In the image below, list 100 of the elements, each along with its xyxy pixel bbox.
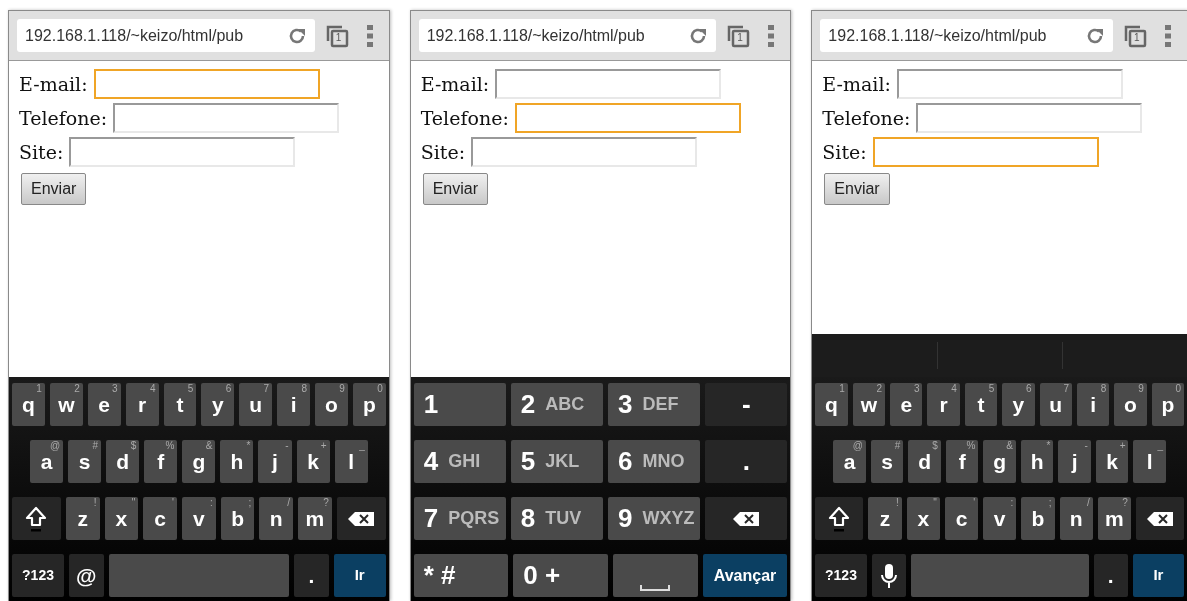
symbols-key[interactable]: ?123 <box>815 554 867 597</box>
keyboard-key[interactable]: i 8 <box>277 383 310 426</box>
voice-input-key[interactable] <box>871 554 906 597</box>
keyboard-key[interactable]: f % <box>945 440 979 483</box>
keyboard-key[interactable]: o 9 <box>1114 383 1147 426</box>
go-key[interactable]: Avançar <box>702 554 788 597</box>
submit-button[interactable]: Enviar <box>21 173 87 205</box>
keyboard-key[interactable]: u 7 <box>239 383 273 426</box>
keyboard-key[interactable]: s # <box>68 440 102 483</box>
keyboard-key[interactable]: @ <box>69 554 104 597</box>
keyboard-key[interactable]: o 9 <box>315 383 348 426</box>
tabs-button[interactable]: 1 <box>324 23 349 48</box>
keyboard-key[interactable]: c ' <box>944 497 979 540</box>
keyboard-key[interactable]: u 7 <box>1039 383 1072 426</box>
keyboard-key[interactable]: 4 GHI <box>413 440 506 483</box>
keyboard-key[interactable]: v : <box>983 497 1017 540</box>
keyboard-key[interactable]: z ! <box>65 497 100 540</box>
backspace-key[interactable] <box>1135 497 1185 540</box>
symbols-key[interactable]: ?123 <box>12 554 64 597</box>
keyboard-key[interactable]: i 8 <box>1076 383 1110 426</box>
submit-button[interactable]: Enviar <box>422 173 489 205</box>
input-field[interactable] <box>896 69 1123 99</box>
keyboard-key[interactable]: q 1 <box>12 383 45 426</box>
keyboard-key[interactable]: z ! <box>868 497 902 540</box>
input-field[interactable] <box>113 103 340 133</box>
keyboard-key[interactable]: p 0 <box>352 383 386 426</box>
space-key[interactable] <box>613 554 698 597</box>
keyboard-key[interactable]: h * <box>1020 440 1054 483</box>
backspace-key[interactable] <box>705 497 788 540</box>
keyboard-key[interactable]: r 4 <box>927 383 960 426</box>
keyboard-key[interactable]: r 4 <box>125 383 159 426</box>
input-field[interactable] <box>514 103 741 133</box>
keyboard-key[interactable]: d $ <box>908 440 941 483</box>
keyboard-key[interactable]: j - <box>258 440 292 483</box>
keyboard-key[interactable]: y 6 <box>1002 383 1035 426</box>
keyboard-key[interactable]: k + <box>296 440 330 483</box>
input-field[interactable] <box>872 137 1099 167</box>
keyboard-key[interactable]: x " <box>906 497 940 540</box>
keyboard-key[interactable]: l _ <box>1133 440 1166 483</box>
keyboard-key[interactable]: 7 PQRS <box>413 497 506 540</box>
keyboard-key[interactable]: c ' <box>143 497 177 540</box>
submit-button[interactable]: Enviar <box>824 173 890 205</box>
go-key[interactable]: Ir <box>1132 554 1185 597</box>
address-bar[interactable]: 192.168.1.118/~keizo/html/pub <box>418 19 717 52</box>
keyboard-key[interactable]: j - <box>1058 440 1091 483</box>
keyboard-key[interactable]: 6 MNO <box>608 440 701 483</box>
keyboard-key[interactable]: t 5 <box>964 383 998 426</box>
input-field[interactable] <box>495 69 722 99</box>
input-field[interactable] <box>93 69 320 99</box>
keyboard-key[interactable]: . <box>1093 554 1128 597</box>
keyboard-key[interactable]: g & <box>182 440 216 483</box>
input-field[interactable] <box>69 137 296 167</box>
keyboard-key[interactable]: p 0 <box>1151 383 1185 426</box>
keyboard-key[interactable]: . <box>705 440 788 483</box>
menu-button[interactable] <box>768 23 775 48</box>
keyboard-key[interactable]: n / <box>259 497 294 540</box>
shift-key[interactable] <box>12 497 61 540</box>
address-bar[interactable]: 192.168.1.118/~keizo/html/pub <box>820 19 1113 52</box>
input-field[interactable] <box>471 137 698 167</box>
keyboard-key[interactable]: * # <box>413 554 509 597</box>
keyboard-key[interactable]: - <box>705 383 788 426</box>
keyboard-key[interactable]: d $ <box>106 440 140 483</box>
menu-button[interactable] <box>1165 23 1171 48</box>
keyboard-key[interactable]: n / <box>1059 497 1093 540</box>
keyboard-key[interactable]: y 6 <box>201 383 235 426</box>
keyboard-key[interactable]: l _ <box>334 440 368 483</box>
tabs-button[interactable]: 1 <box>726 23 751 48</box>
keyboard-key[interactable]: t 5 <box>163 383 197 426</box>
menu-button[interactable] <box>366 23 373 48</box>
tabs-button[interactable]: 1 <box>1123 23 1147 48</box>
keyboard-key[interactable]: m ? <box>298 497 332 540</box>
keyboard-key[interactable]: k + <box>1095 440 1129 483</box>
keyboard-key[interactable]: 5 JKL <box>510 440 603 483</box>
keyboard-key[interactable]: 2 ABC <box>510 383 603 426</box>
keyboard-key[interactable]: 1 <box>413 383 506 426</box>
keyboard-key[interactable]: a @ <box>833 440 866 483</box>
keyboard-key[interactable]: f % <box>144 440 178 483</box>
keyboard-key[interactable]: w 2 <box>49 383 83 426</box>
keyboard-key[interactable]: . <box>294 554 329 597</box>
keyboard-key[interactable]: 9 WXYZ <box>608 497 701 540</box>
input-field[interactable] <box>916 103 1143 133</box>
go-key[interactable]: Ir <box>333 554 386 597</box>
keyboard-key[interactable]: b ; <box>1021 497 1055 540</box>
keyboard-key[interactable]: m ? <box>1097 497 1131 540</box>
keyboard-key[interactable]: g & <box>983 440 1016 483</box>
keyboard-key[interactable]: e 3 <box>890 383 923 426</box>
keyboard-key[interactable]: v : <box>182 497 216 540</box>
backspace-key[interactable] <box>336 497 386 540</box>
keyboard-key[interactable]: 8 TUV <box>510 497 603 540</box>
keyboard-key[interactable]: a @ <box>30 440 64 483</box>
keyboard-key[interactable]: 3 DEF <box>608 383 701 426</box>
keyboard-key[interactable]: w 2 <box>852 383 886 426</box>
keyboard-key[interactable]: e 3 <box>87 383 121 426</box>
address-bar[interactable]: 192.168.1.118/~keizo/html/pub <box>17 19 315 52</box>
keyboard-key[interactable]: 0 + <box>513 554 608 597</box>
shift-key[interactable] <box>815 497 864 540</box>
keyboard-key[interactable]: x " <box>104 497 139 540</box>
keyboard-key[interactable]: s # <box>870 440 904 483</box>
keyboard-key[interactable]: b ; <box>220 497 255 540</box>
keyboard-key[interactable]: h * <box>220 440 254 483</box>
